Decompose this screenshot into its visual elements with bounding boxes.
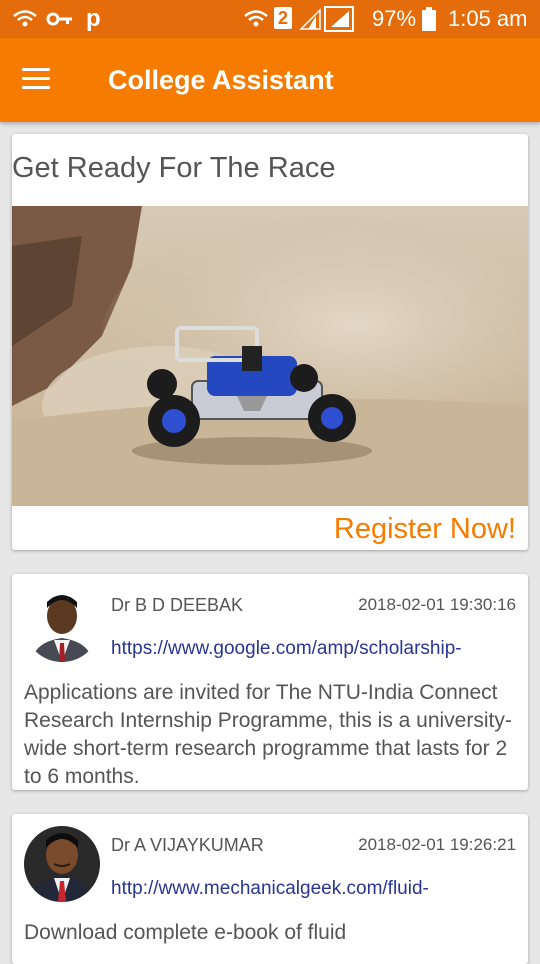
key-icon [46,6,74,32]
post-text: Applications are invited for The NTU-Ind… [24,681,512,788]
app-bar: College Assistant [0,38,540,122]
app-title: College Assistant [108,65,334,95]
signal-icon [298,6,322,32]
sim-slot-icon: 2 [274,7,292,29]
battery-percent: 97% [372,6,417,31]
post-card[interactable]: Dr B D DEEBAK 2018-02-01 19:30:16 https:… [12,574,528,790]
post-text: Download complete e-book of fluid [24,921,347,944]
rc-car-image [12,206,528,506]
post-author: Dr A VIJAYKUMAR [111,835,264,855]
post-timestamp: 2018-02-01 19:26:21 [358,835,516,854]
avatar [24,586,100,662]
post-timestamp: 2018-02-01 19:30:16 [358,595,516,614]
wifi-icon [244,6,268,32]
post-link[interactable]: https://www.google.com/amp/scholarship- [111,636,462,662]
status-bar: p 2 97% 1:05 am [0,0,540,38]
post-card[interactable]: Dr A VIJAYKUMAR 2018-02-01 19:26:21 http… [12,814,528,964]
register-now-button[interactable]: Register Now! [334,510,516,548]
menu-icon[interactable] [22,68,50,90]
battery-icon [422,6,436,32]
wifi-call-icon [12,6,38,32]
avatar [24,826,100,902]
banner-title: Get Ready For The Race [12,152,336,184]
post-author: Dr B D DEEBAK [111,595,244,615]
signal-icon [324,6,354,32]
race-banner-card[interactable]: Get Ready For The Race Register Now! [12,134,528,550]
clock: 1:05 am [448,6,528,31]
app-notification-icon: p [86,5,101,32]
post-link[interactable]: http://www.mechanicalgeek.com/fluid- [111,876,429,902]
